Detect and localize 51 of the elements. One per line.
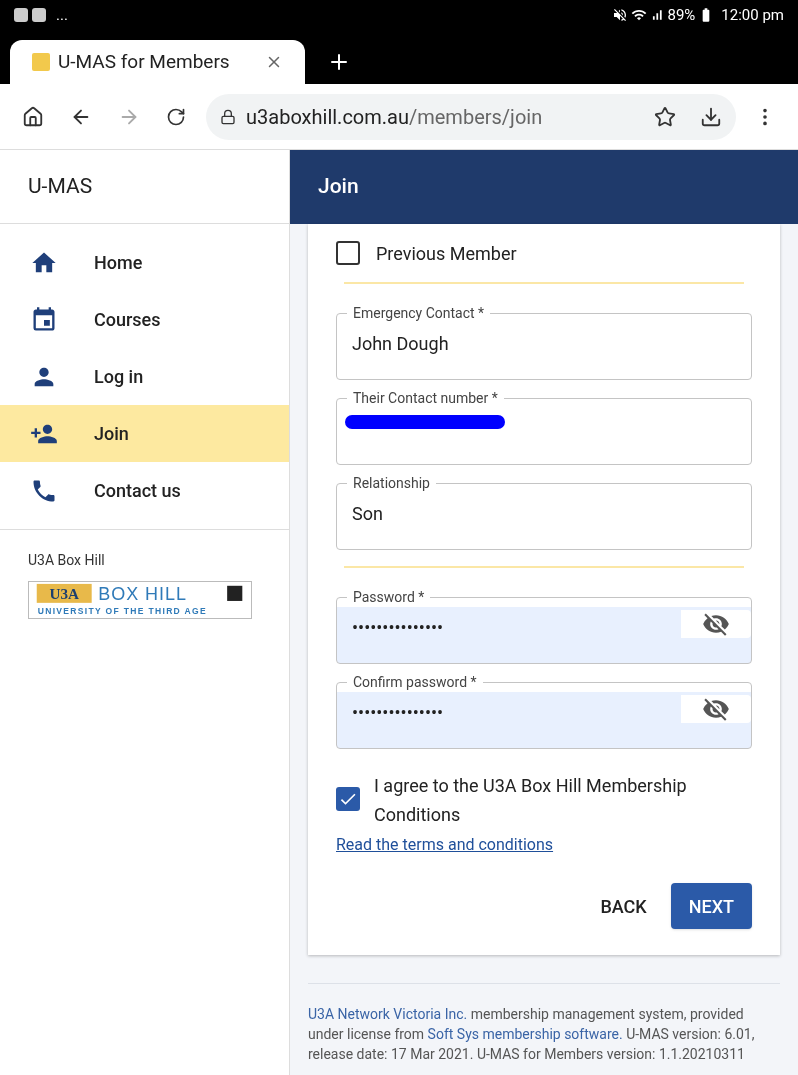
- checkbox[interactable]: [336, 241, 360, 265]
- text-field[interactable]: Their Contact number *: [336, 389, 752, 465]
- checkbox-label: Previous Member: [376, 241, 517, 266]
- password-field[interactable]: Password * •••••••••••••••: [336, 588, 752, 664]
- text-field[interactable]: Relationship Son: [336, 474, 752, 550]
- nav-item[interactable]: Join: [0, 405, 289, 462]
- battery-level: 89%: [667, 4, 696, 26]
- page-title: Join: [318, 173, 359, 201]
- app-title: U-MAS: [28, 172, 93, 200]
- back-button[interactable]: BACK: [598, 883, 649, 929]
- footer-text: U3A Network Victoria Inc. membership management system, provided under license from Soft Sys membership software. U-MAS version: 6.01, release date: 17 Mar 2021. U-MAS for Members version: 1.1.20210311: [308, 1005, 756, 1064]
- sidebar-caption: U3A Box Hill: [28, 551, 106, 570]
- lock-icon: [220, 108, 236, 125]
- notifications-more: ...: [56, 4, 68, 26]
- download-icon[interactable]: [700, 105, 722, 128]
- checkbox-label: I agree to the U3A Box Hill Membership Conditions: [374, 774, 688, 827]
- mute-icon: [612, 7, 629, 23]
- field-value: •••••••••••••••: [351, 701, 445, 725]
- home-icon[interactable]: [22, 105, 44, 128]
- nav-item[interactable]: Home: [0, 234, 289, 291]
- footer-link[interactable]: U3A Network Victoria Inc.: [308, 1006, 468, 1022]
- field-value: John Dough: [351, 332, 450, 356]
- app-notification-icon: [14, 8, 28, 22]
- url-text: u3aboxhill.com.au/members/join: [246, 103, 544, 131]
- footer-link[interactable]: Soft Sys membership software.: [427, 1026, 623, 1042]
- reload-icon[interactable]: [166, 106, 186, 127]
- field-value: •••••••••••••••: [351, 616, 445, 640]
- nav-item[interactable]: Contact us: [0, 462, 289, 519]
- field-label: Their Contact number *: [352, 389, 499, 407]
- field-label: Confirm password *: [352, 673, 478, 691]
- field-label: Password *: [352, 588, 426, 606]
- terms-link[interactable]: Read the terms and conditions: [336, 833, 554, 857]
- checkbox[interactable]: [336, 787, 360, 811]
- next-button[interactable]: NEXT: [670, 883, 752, 929]
- address-bar[interactable]: u3aboxhill.com.au/members/join: [206, 93, 736, 140]
- field-label: Emergency Contact *: [352, 304, 486, 322]
- wifi-icon: [631, 7, 648, 23]
- password-field[interactable]: Confirm password * •••••••••••••••: [336, 673, 752, 749]
- favicon-icon: [32, 53, 50, 71]
- logo: U3A BOX HILL UNIVERSITY OF THE THIRD AGE: [28, 581, 252, 619]
- signal-icon: [650, 8, 665, 22]
- field-label: Relationship: [352, 474, 431, 492]
- app-notification-icon: [32, 8, 46, 22]
- field-value: Son: [351, 502, 384, 526]
- nav-item[interactable]: Log in: [0, 348, 289, 405]
- tab-title: U-MAS for Members: [58, 48, 231, 75]
- nav-item[interactable]: Courses: [0, 291, 289, 348]
- browser-tab[interactable]: U-MAS for Members: [10, 40, 305, 84]
- bookmark-star-icon[interactable]: [654, 105, 676, 128]
- text-field[interactable]: Emergency Contact * John Dough: [336, 304, 752, 380]
- clock: 12:00 pm: [721, 4, 784, 26]
